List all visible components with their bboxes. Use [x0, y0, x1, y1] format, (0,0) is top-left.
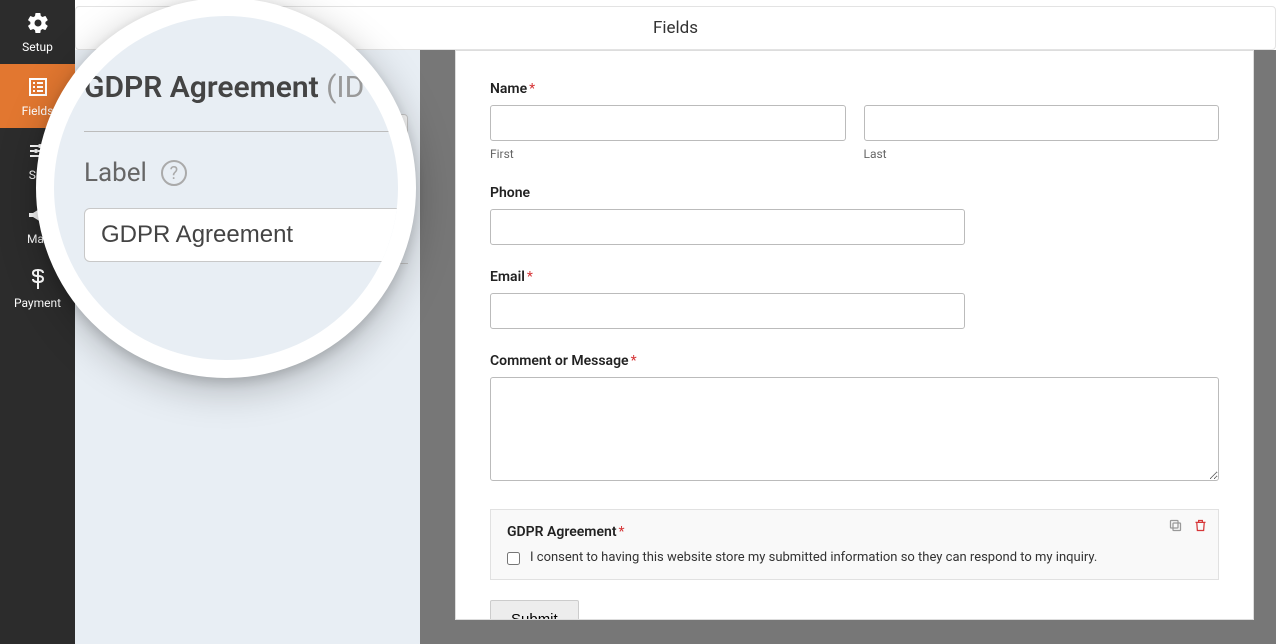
magnifier: s ⌄ GDPR Agreement (ID Label ?	[36, 0, 416, 378]
gdpr-label: GDPR Agreement	[507, 524, 617, 540]
required-asterisk: *	[529, 81, 535, 97]
nav-setup-label: Setup	[22, 40, 53, 54]
list-icon	[25, 74, 51, 100]
submit-button[interactable]: Submit	[490, 600, 579, 620]
label-heading: Label	[84, 158, 147, 188]
phone-input[interactable]	[490, 209, 965, 245]
form-preview: Name* First Last Phone Email* Comment or…	[455, 50, 1254, 620]
last-name-input[interactable]	[864, 105, 1220, 141]
required-asterisk: *	[527, 269, 533, 285]
dollar-icon	[25, 266, 51, 292]
gear-icon	[25, 10, 51, 36]
first-name-input[interactable]	[490, 105, 846, 141]
nav-payments-label: Payment	[14, 296, 61, 310]
email-label: Email	[490, 269, 525, 285]
email-field: Email*	[490, 269, 965, 329]
field-title: GDPR Agreement (ID	[84, 70, 416, 105]
phone-field: Phone	[490, 185, 965, 245]
consent-row[interactable]: I consent to having this website store m…	[507, 550, 1202, 565]
comment-label: Comment or Message	[490, 353, 629, 369]
page-title: Fields	[653, 18, 698, 38]
trash-icon[interactable]	[1193, 518, 1208, 537]
gdpr-field[interactable]: GDPR Agreement* I consent to having this…	[490, 509, 1219, 580]
label-input[interactable]	[84, 208, 416, 262]
comment-field: Comment or Message*	[490, 353, 1219, 485]
comment-textarea[interactable]	[490, 377, 1219, 481]
phone-label: Phone	[490, 185, 530, 201]
required-asterisk: *	[631, 353, 637, 369]
label-heading-row: Label ?	[84, 158, 416, 188]
name-label: Name	[490, 81, 527, 97]
consent-text: I consent to having this website store m…	[530, 550, 1097, 565]
name-field: Name* First Last	[490, 81, 1219, 161]
consent-checkbox[interactable]	[507, 552, 520, 565]
last-sublabel: Last	[864, 147, 1220, 161]
email-input[interactable]	[490, 293, 965, 329]
nav-fields-label: Fields	[22, 104, 54, 118]
required-asterisk: *	[619, 524, 625, 540]
duplicate-icon[interactable]	[1168, 518, 1183, 537]
help-icon[interactable]: ?	[161, 160, 187, 186]
first-sublabel: First	[490, 147, 846, 161]
